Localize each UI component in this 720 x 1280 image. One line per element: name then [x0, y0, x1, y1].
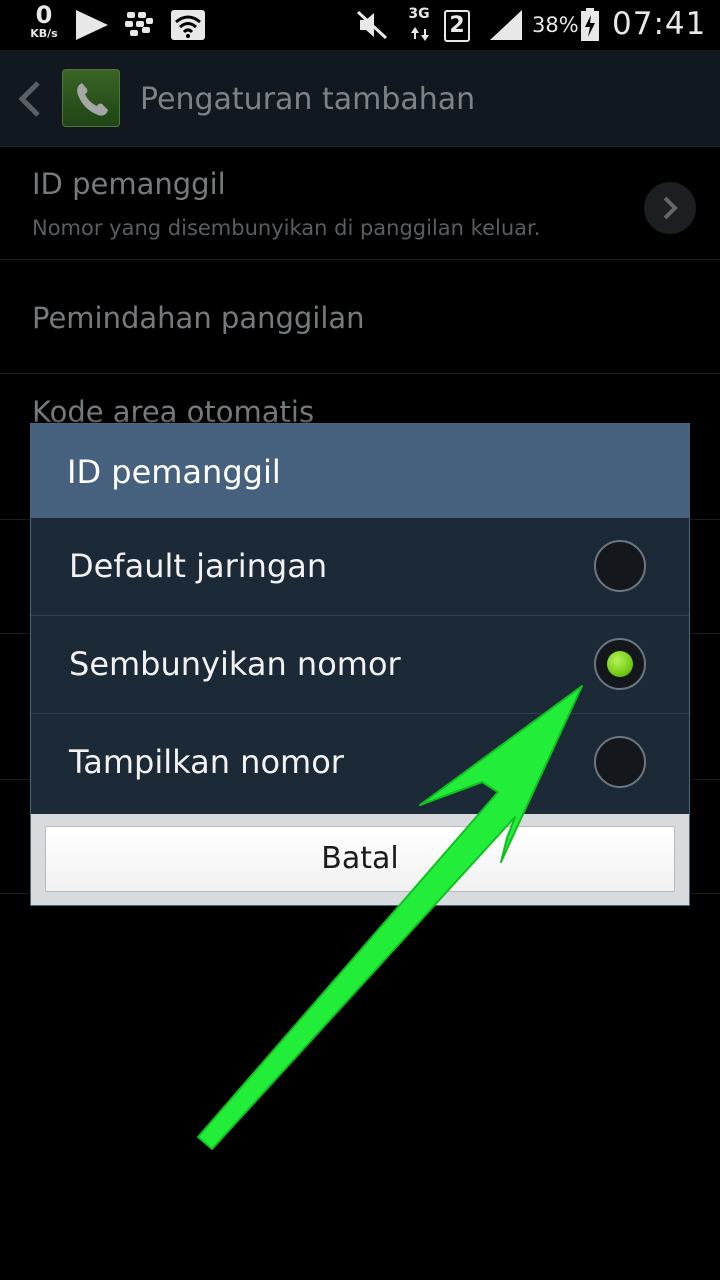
option-hide-number[interactable]: Sembunyikan nomor — [31, 616, 689, 714]
cancel-button[interactable]: Batal — [45, 826, 675, 892]
caller-id-dialog: ID pemanggil Default jaringan Sembunyika… — [30, 423, 690, 906]
play-store-icon — [74, 8, 110, 46]
dialog-header: ID pemanggil — [31, 424, 689, 519]
battery-percent: 38% — [532, 13, 579, 37]
signal-icon — [488, 8, 524, 46]
sim-slot-badge: 2 — [444, 10, 470, 42]
network-speed-value: 0 — [35, 1, 53, 29]
battery-charging-icon — [580, 8, 600, 46]
network-speed-unit: KB/s — [30, 27, 58, 40]
option-show-number[interactable]: Tampilkan nomor — [31, 714, 689, 812]
option-network-default[interactable]: Default jaringan — [31, 518, 689, 616]
option-label: Tampilkan nomor — [69, 743, 344, 781]
dialog-footer: Batal — [31, 814, 689, 905]
phone-screen: 0 KB/s 3G 2 38% 07:41 Pengaturan tambaha… — [0, 0, 720, 1280]
radio-button-unselected[interactable] — [594, 540, 646, 592]
data-arrows-icon — [410, 26, 430, 45]
network-speed: 0 KB/s — [24, 2, 64, 40]
radio-selected-dot — [607, 651, 633, 677]
bbm-icon — [124, 10, 154, 42]
radio-button-unselected[interactable] — [594, 736, 646, 788]
wifi-icon — [171, 10, 205, 44]
dialog-title: ID pemanggil — [67, 453, 281, 491]
option-label: Sembunyikan nomor — [69, 645, 401, 683]
mute-icon — [356, 10, 388, 44]
status-bar: 0 KB/s 3G 2 38% 07:41 — [0, 0, 720, 50]
clock: 07:41 — [612, 6, 707, 42]
option-label: Default jaringan — [69, 547, 328, 585]
network-type: 3G — [408, 6, 430, 22]
radio-button-selected[interactable] — [594, 638, 646, 690]
